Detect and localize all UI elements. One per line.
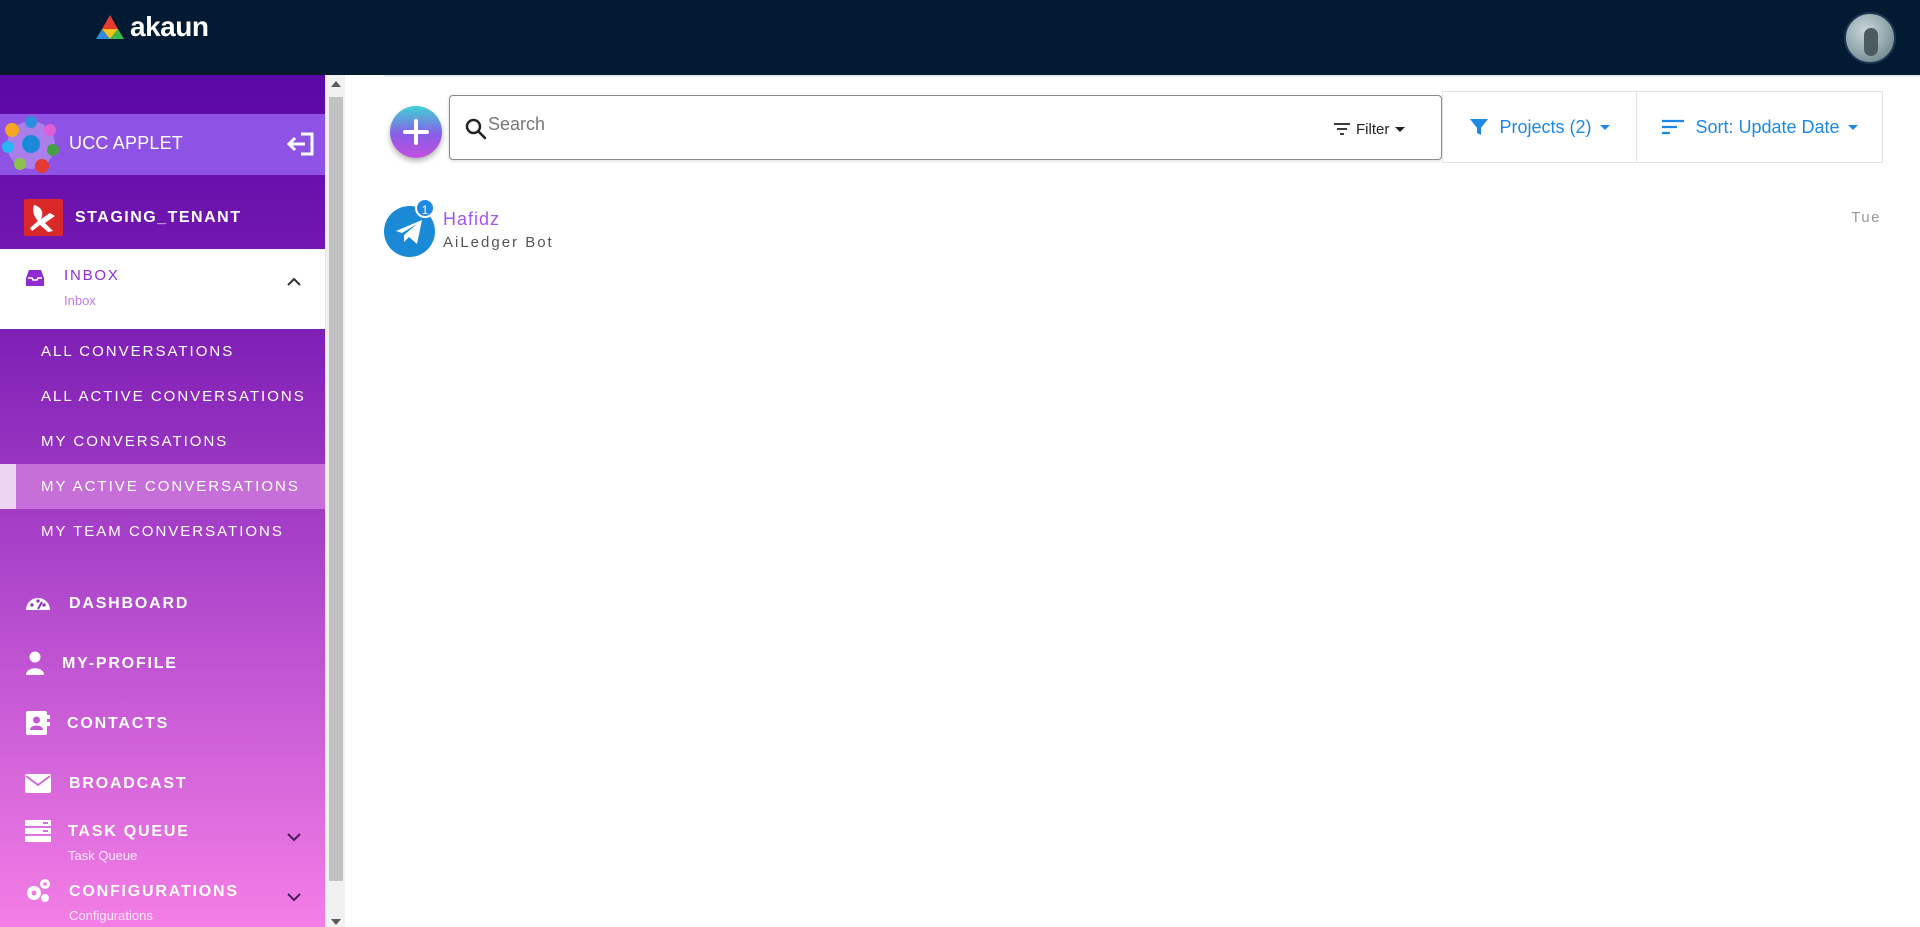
- tenant-logo-icon: [24, 199, 63, 236]
- sidebar-item-task-queue[interactable]: TASK QUEUE Task Queue: [0, 810, 325, 863]
- inbox-subtitle: Inbox: [64, 293, 96, 308]
- chevron-up-icon[interactable]: [285, 273, 303, 291]
- broadcast-label: BROADCAST: [69, 775, 188, 792]
- conversation-subtitle: AiLedger Bot: [443, 234, 554, 251]
- tenant-label: STAGING_TENANT: [75, 209, 242, 226]
- contacts-icon: [26, 711, 50, 735]
- configurations-subtitle: Configurations: [69, 908, 153, 923]
- sidebar-item-my-team-conversations[interactable]: MY TEAM CONVERSATIONS: [0, 509, 325, 554]
- applet-header: UCC APPLET: [0, 114, 325, 175]
- sidebar-item-my-active-conversations[interactable]: MY ACTIVE CONVERSATIONS: [0, 464, 325, 509]
- caret-down-icon: [1599, 124, 1610, 130]
- search-box: Filter: [449, 95, 1442, 160]
- contacts-label: CONTACTS: [67, 715, 170, 732]
- sidebar-item-inbox[interactable]: INBOX Inbox: [0, 249, 325, 329]
- sidebar: UCC APPLET STAGING_TENANT INBOX Inbox AL…: [0, 75, 325, 927]
- akaun-logo-icon: [96, 15, 124, 39]
- inbox-title: INBOX: [64, 267, 120, 284]
- header-divider: [384, 75, 1920, 77]
- filter-button[interactable]: Filter: [1333, 118, 1406, 140]
- add-conversation-button[interactable]: [390, 106, 442, 158]
- logo-text: akaun: [130, 11, 209, 42]
- scroll-up-arrow-icon[interactable]: [331, 81, 341, 87]
- task-queue-subtitle: Task Queue: [68, 848, 138, 863]
- chevron-down-icon[interactable]: [285, 888, 303, 906]
- sidebar-item-dashboard[interactable]: DASHBOARD: [0, 582, 325, 626]
- exit-applet-icon[interactable]: [285, 130, 315, 158]
- mail-icon: [25, 774, 51, 793]
- sidebar-item-all-conversations[interactable]: ALL CONVERSATIONS: [0, 329, 325, 374]
- applet-cluster-icon: [2, 116, 59, 173]
- sidebar-scrollbar[interactable]: [325, 75, 345, 927]
- scroll-thumb[interactable]: [329, 97, 343, 881]
- sidebar-item-configurations[interactable]: CONFIGURATIONS Configurations: [0, 870, 325, 923]
- search-input[interactable]: [488, 109, 1308, 139]
- dashboard-gauge-icon: [26, 598, 50, 610]
- caret-down-icon: [1847, 124, 1858, 130]
- inbox-icon: [26, 270, 44, 286]
- chevron-down-icon[interactable]: [285, 828, 303, 846]
- sidebar-item-broadcast[interactable]: BROADCAST: [0, 762, 325, 806]
- sidebar-item-my-conversations[interactable]: MY CONVERSATIONS: [0, 419, 325, 464]
- akaun-logo[interactable]: akaun: [96, 10, 209, 44]
- tenant-selector[interactable]: STAGING_TENANT: [0, 175, 325, 249]
- sidebar-item-all-active-conversations[interactable]: ALL ACTIVE CONVERSATIONS: [0, 374, 325, 419]
- sidebar-item-contacts[interactable]: CONTACTS: [0, 702, 325, 746]
- user-icon: [26, 651, 44, 675]
- user-avatar[interactable]: [1844, 12, 1896, 64]
- scroll-down-arrow-icon[interactable]: [331, 919, 341, 925]
- sort-button[interactable]: Sort: Update Date: [1636, 91, 1883, 163]
- conversation-row[interactable]: 1 Hafidz AiLedger Bot Tue: [384, 198, 1884, 260]
- plus-icon: [403, 119, 429, 145]
- funnel-icon: [1470, 119, 1489, 135]
- unread-badge: 1: [415, 198, 435, 218]
- projects-filter-button[interactable]: Projects (2): [1442, 91, 1637, 163]
- task-queue-label: TASK QUEUE: [68, 823, 190, 840]
- dashboard-label: DASHBOARD: [69, 595, 190, 612]
- task-queue-icon: [25, 820, 51, 842]
- filter-lines-icon: [1334, 123, 1350, 135]
- caret-down-icon: [1395, 126, 1406, 132]
- projects-label: Projects (2): [1499, 116, 1592, 137]
- top-bar: akaun: [0, 0, 1920, 75]
- gears-icon: [27, 879, 50, 902]
- sort-icon: [1662, 119, 1685, 135]
- applet-label: UCC APPLET: [69, 133, 184, 153]
- my-profile-label: MY-PROFILE: [62, 655, 178, 672]
- filter-label: Filter: [1356, 120, 1390, 138]
- sidebar-item-my-profile[interactable]: MY-PROFILE: [0, 642, 325, 686]
- configurations-label: CONFIGURATIONS: [69, 883, 239, 900]
- search-icon: [465, 118, 487, 140]
- sort-label: Sort: Update Date: [1695, 116, 1840, 137]
- conversation-time: Tue: [1851, 209, 1881, 226]
- conversation-name: Hafidz: [443, 209, 501, 229]
